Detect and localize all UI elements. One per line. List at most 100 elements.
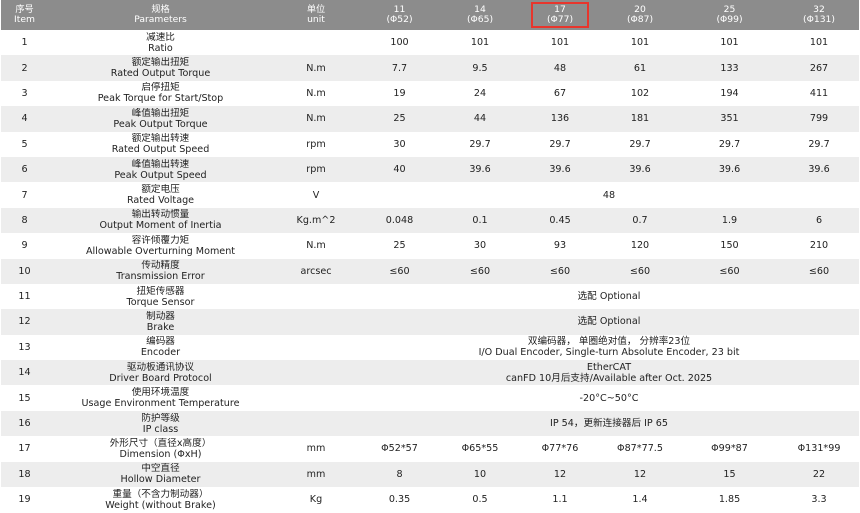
- unit-cell: rpm: [273, 156, 359, 183]
- value-cell: 9.5: [440, 55, 520, 81]
- value-cell: 19: [359, 80, 440, 107]
- parameter-name-cn: 制动器: [146, 310, 175, 322]
- value-cell: 40: [359, 156, 440, 183]
- unit-cell: N.m: [273, 55, 359, 81]
- unit-cell: [273, 283, 359, 310]
- parameter-name-en: Rated Voltage: [126, 195, 195, 207]
- unit-cell: N.m: [273, 80, 359, 107]
- unit-cell: arcsec: [273, 258, 359, 284]
- parameter-name-en: Ratio: [148, 42, 173, 54]
- table-row: 14 驱动板通讯协议 Driver Board Protocol EtherCAT ca…: [1, 360, 859, 386]
- value-cell: Φ65*55: [440, 436, 520, 462]
- parameter-name-cn: 额定电压: [141, 184, 180, 196]
- table-row: 6 峰值输出转速 Peak Output Speed rpm 40 39.6 39.6 39.…: [1, 156, 859, 183]
- merged-value-line: 选配 Optional: [577, 316, 641, 328]
- highlight-box: [531, 2, 589, 28]
- unit-cell: Kg.m^2: [273, 207, 359, 234]
- value-cell: 39.6: [779, 156, 859, 183]
- merged-value-cell: 双编码器， 单圈绝对值， 分辨率23位 I/O Dual Encoder, Sin…: [359, 334, 859, 361]
- header-model-25: 25 (Φ99): [680, 0, 779, 30]
- value-cell: 39.6: [520, 156, 600, 183]
- parameter-name-en: Peak Output Speed: [114, 169, 207, 181]
- value-cell: 799: [779, 106, 859, 132]
- parameter-name-cn: 扭矩传感器: [136, 285, 185, 297]
- value-cell: 102: [600, 80, 680, 107]
- table-row: 11 扭矩传感器 Torque Sensor 选配 Optional: [1, 283, 859, 310]
- header-item: 序号 Item: [1, 0, 48, 30]
- header-model-32: 32 (Φ131): [779, 0, 859, 30]
- value-cell: 61: [600, 55, 680, 81]
- value-cell: 101: [440, 30, 520, 56]
- item-number: 3: [1, 80, 48, 107]
- parameter-name-en: Rated Output Torque: [110, 68, 211, 80]
- table-row: 9 容许倾覆力矩 Allowable Overturning Moment N.m 25…: [1, 233, 859, 259]
- merged-value-cell: -20°C~50°C: [359, 385, 859, 411]
- table-row: 4 峰值输出扭矩 Peak Output Torque N.m 25 44 136 181 35…: [1, 106, 859, 132]
- parameter-name-cn: 额定输出扭矩: [131, 57, 190, 69]
- parameter-cell: 容许倾覆力矩 Allowable Overturning Moment: [48, 233, 273, 259]
- value-cell: ≤60: [779, 258, 859, 284]
- merged-value-line: 双编码器， 单圈绝对值， 分辨率23位: [527, 336, 691, 348]
- parameter-name-cn: 中空直径: [141, 463, 180, 475]
- value-cell: 10: [440, 461, 520, 488]
- item-number: 4: [1, 106, 48, 132]
- merged-value-cell: EtherCAT canFD 10月后支持/Available after Oct…: [359, 360, 859, 386]
- item-number: 1: [1, 30, 48, 56]
- item-number: 2: [1, 55, 48, 81]
- value-cell: 29.7: [680, 131, 779, 157]
- parameter-cell: 峰值输出扭矩 Peak Output Torque: [48, 106, 273, 132]
- parameter-name-cn: 外形尺寸（直径x高度）: [109, 437, 212, 449]
- parameter-name-en: Dimension (ΦxH): [119, 448, 202, 460]
- value-cell: 30: [359, 131, 440, 157]
- value-cell: 0.45: [520, 207, 600, 234]
- table-row: 12 制动器 Brake 选配 Optional: [1, 309, 859, 335]
- parameter-cell: 输出转动惯量 Output Moment of Inertia: [48, 207, 273, 234]
- header-unit: 单位 unit: [273, 0, 359, 30]
- value-cell: 1.4: [600, 487, 680, 513]
- parameter-name-cn: 启停扭矩: [141, 82, 180, 94]
- value-cell: 24: [440, 80, 520, 107]
- value-cell: 150: [680, 233, 779, 259]
- parameter-cell: 驱动板通讯协议 Driver Board Protocol: [48, 360, 273, 386]
- parameter-name-cn: 使用环境温度: [131, 387, 190, 399]
- table-row: 18 中空直径 Hollow Diameter mm 8 10 12 12 15 22: [1, 461, 859, 488]
- parameter-name-cn: 减速比: [146, 31, 175, 43]
- header-row: 序号 Item 规格 Parameters 单位 unit 11 (Φ52) 14 (Φ6…: [1, 0, 859, 30]
- value-cell: Φ52*57: [359, 436, 440, 462]
- value-cell: 44: [440, 106, 520, 132]
- parameter-cell: 扭矩传感器 Torque Sensor: [48, 283, 273, 310]
- table-row: 2 额定输出扭矩 Rated Output Torque N.m 7.7 9.5 48 61 1…: [1, 55, 859, 81]
- value-cell: 7.7: [359, 55, 440, 81]
- item-number: 15: [1, 385, 48, 411]
- parameter-name-en: Torque Sensor: [126, 296, 195, 308]
- value-cell: 29.7: [440, 131, 520, 157]
- item-number: 12: [1, 309, 48, 335]
- unit-cell: [273, 360, 359, 386]
- value-cell: 39.6: [680, 156, 779, 183]
- item-number: 9: [1, 233, 48, 259]
- parameter-cell: 启停扭矩 Peak Torque for Start/Stop: [48, 80, 273, 107]
- value-cell: 29.7: [779, 131, 859, 157]
- value-cell: 0.7: [600, 207, 680, 234]
- merged-value-line: 选配 Optional: [577, 291, 641, 303]
- item-number: 14: [1, 360, 48, 386]
- value-cell: 93: [520, 233, 600, 259]
- value-cell: 133: [680, 55, 779, 81]
- table-row: 5 额定输出转速 Rated Output Speed rpm 30 29.7 29.7 29…: [1, 131, 859, 157]
- parameter-name-cn: 重量（不含力制动器）: [112, 488, 209, 500]
- value-cell: ≤60: [600, 258, 680, 284]
- item-number: 6: [1, 156, 48, 183]
- value-cell: Φ131*99: [779, 436, 859, 462]
- table-row: 17 外形尺寸（直径x高度） Dimension (ΦxH) mm Φ52*57 Φ65*…: [1, 436, 859, 462]
- parameter-name-cn: 峰值输出转速: [131, 158, 190, 170]
- parameter-cell: 额定输出扭矩 Rated Output Torque: [48, 55, 273, 81]
- value-cell: 39.6: [600, 156, 680, 183]
- table-row: 8 输出转动惯量 Output Moment of Inertia Kg.m^2 0.0…: [1, 207, 859, 234]
- value-cell: 101: [520, 30, 600, 56]
- spec-table: 序号 Item 规格 Parameters 单位 unit 11 (Φ52) 14 (Φ6…: [1, 0, 859, 513]
- parameter-name-cn: 容许倾覆力矩: [131, 234, 190, 246]
- merged-value-line: EtherCAT: [586, 361, 632, 373]
- parameter-cell: 中空直径 Hollow Diameter: [48, 461, 273, 488]
- value-cell: Φ77*76: [520, 436, 600, 462]
- merged-value-cell: 48: [359, 182, 859, 208]
